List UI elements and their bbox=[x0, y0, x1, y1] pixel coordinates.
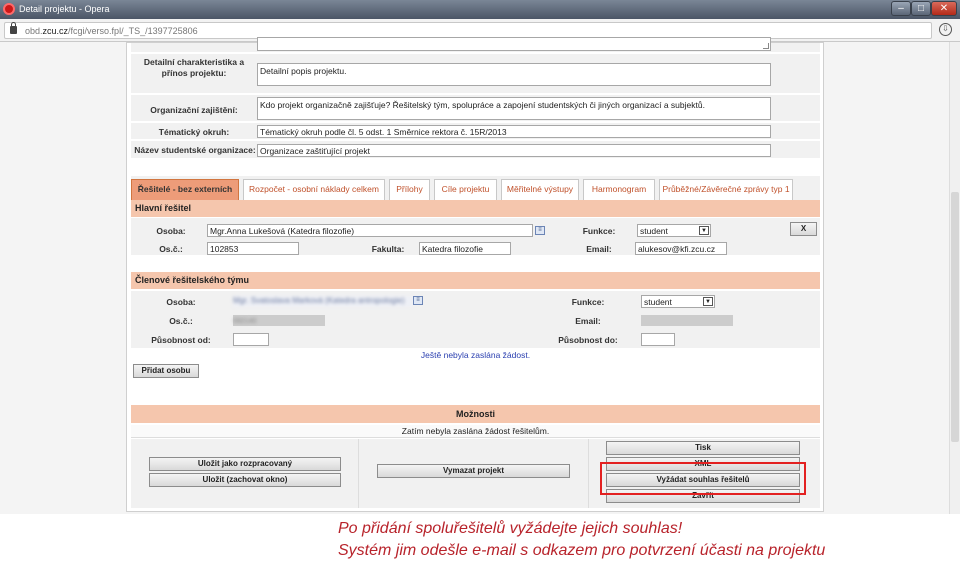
mr-function-label: Funkce: bbox=[582, 226, 616, 236]
mr-function-select[interactable]: student ▼ bbox=[637, 224, 711, 237]
mr-person-label: Osoba: bbox=[156, 226, 186, 236]
team-person-picker-icon[interactable]: ≡ bbox=[413, 296, 423, 305]
tab-goals[interactable]: Cíle projektu bbox=[434, 179, 497, 200]
team-from-label: Působnost od: bbox=[151, 335, 211, 345]
mr-osc-label: Os.č.: bbox=[159, 244, 183, 254]
team-status-text: Ještě nebyla zaslána žádost. bbox=[420, 350, 531, 360]
save-draft-button[interactable]: Uložit jako rozpracovaný bbox=[149, 457, 341, 471]
chevron-down-icon: ▼ bbox=[703, 297, 713, 306]
mr-email-label: Email: bbox=[586, 244, 612, 254]
options-divider bbox=[588, 439, 589, 508]
team-function-select[interactable]: student ▼ bbox=[641, 295, 715, 308]
team-function-label: Funkce: bbox=[571, 297, 605, 307]
project-detail-page: Detailní charakteristika a přínos projek… bbox=[126, 37, 824, 512]
lock-icon bbox=[10, 22, 17, 34]
maximize-button[interactable]: □ bbox=[911, 1, 931, 16]
team-to-label: Působnost do: bbox=[558, 335, 618, 345]
mr-email-input[interactable]: alukesov@kfi.zcu.cz bbox=[635, 242, 727, 255]
mr-faculty-label: Fakulta: bbox=[371, 244, 405, 254]
mr-faculty-input[interactable]: Katedra filozofie bbox=[419, 242, 511, 255]
options-status-text: Zatím nebyla zaslána žádost řešitelům. bbox=[131, 425, 820, 438]
team-osc-label: Os.č.: bbox=[169, 316, 193, 326]
person-picker-icon[interactable]: ≡ bbox=[535, 226, 545, 235]
organization-label: Organizační zajištění: bbox=[150, 105, 238, 115]
tab-reports[interactable]: Průběžné/Závěrečné zprávy typ 1 bbox=[659, 179, 793, 200]
close-window-button[interactable]: ✕ bbox=[931, 1, 957, 16]
mr-person-input[interactable]: Mgr.Anna Lukešová (Katedra filozofie) bbox=[207, 224, 533, 237]
chevron-down-icon: ▼ bbox=[699, 226, 709, 235]
characteristics-textarea[interactable]: Detailní popis projektu. bbox=[257, 63, 771, 86]
remove-researcher-button[interactable]: X bbox=[790, 222, 817, 236]
topic-input[interactable]: Tématický okruh podle čl. 5 odst. 1 Směr… bbox=[257, 125, 771, 138]
print-button[interactable]: Tisk bbox=[606, 441, 800, 455]
main-researcher-header: Hlavní řešitel bbox=[131, 200, 820, 217]
highlight-box bbox=[600, 462, 806, 495]
caption-line-2: Systém jim odešle e-mail s odkazem pro p… bbox=[338, 542, 826, 559]
tab-bar: Řešitelé - bez externích Rozpočet - osob… bbox=[131, 176, 820, 200]
scrollbar-thumb[interactable] bbox=[951, 192, 959, 442]
team-person-label: Osoba: bbox=[166, 297, 196, 307]
prev-textarea[interactable] bbox=[257, 37, 771, 51]
save-keep-window-button[interactable]: Uložit (zachovat okno) bbox=[149, 473, 341, 487]
team-email-label: Email: bbox=[575, 316, 601, 326]
opera-logo-icon bbox=[3, 3, 15, 15]
team-to-input[interactable] bbox=[641, 333, 675, 346]
team-email-input[interactable] bbox=[641, 315, 733, 326]
characteristics-label: Detailní charakteristika a přínos projek… bbox=[143, 57, 245, 78]
mr-osc-input[interactable]: 102853 bbox=[207, 242, 299, 255]
student-org-input[interactable]: Organizace zaštiťující projekt bbox=[257, 144, 771, 157]
window-title: Detail projektu - Opera bbox=[19, 4, 110, 14]
tab-outputs[interactable]: Měřitelné výstupy bbox=[501, 179, 579, 200]
tab-researchers[interactable]: Řešitelé - bez externích bbox=[131, 179, 239, 200]
vertical-scrollbar[interactable] bbox=[949, 42, 960, 514]
resize-grip-icon bbox=[763, 43, 769, 49]
tab-schedule[interactable]: Harmonogram bbox=[583, 179, 655, 200]
url-text: obd.zcu.cz/fcgi/verso.fpl/_TS_/139772580… bbox=[25, 26, 198, 36]
caption-line-1: Po přidání spoluřešitelů vyžádejte jejic… bbox=[338, 520, 683, 537]
topic-label: Tématický okruh: bbox=[158, 127, 230, 137]
window-titlebar: Detail projektu - Opera – □ ✕ bbox=[0, 0, 960, 19]
team-from-input[interactable] bbox=[233, 333, 269, 346]
team-person-input[interactable]: Mgr. Svatoslava Marková (Katedra antropo… bbox=[233, 296, 413, 307]
team-osc-input[interactable]: 092140 bbox=[233, 315, 325, 326]
student-org-label: Název studentské organizace: bbox=[134, 145, 256, 155]
minimize-button[interactable]: – bbox=[891, 1, 911, 16]
add-person-button[interactable]: Přidat osobu bbox=[133, 364, 199, 378]
tab-budget[interactable]: Rozpočet - osobní náklady celkem bbox=[243, 179, 385, 200]
options-header: Možnosti bbox=[131, 405, 820, 423]
delete-project-button[interactable]: Vymazat projekt bbox=[377, 464, 570, 478]
team-header: Členové řešitelského týmu bbox=[131, 272, 820, 289]
organization-textarea[interactable]: Kdo projekt organizačně zajišťuje? Řešit… bbox=[257, 97, 771, 120]
download-icon[interactable]: ⇩ bbox=[939, 23, 952, 36]
options-divider bbox=[358, 439, 359, 508]
tab-attachments[interactable]: Přílohy bbox=[389, 179, 430, 200]
